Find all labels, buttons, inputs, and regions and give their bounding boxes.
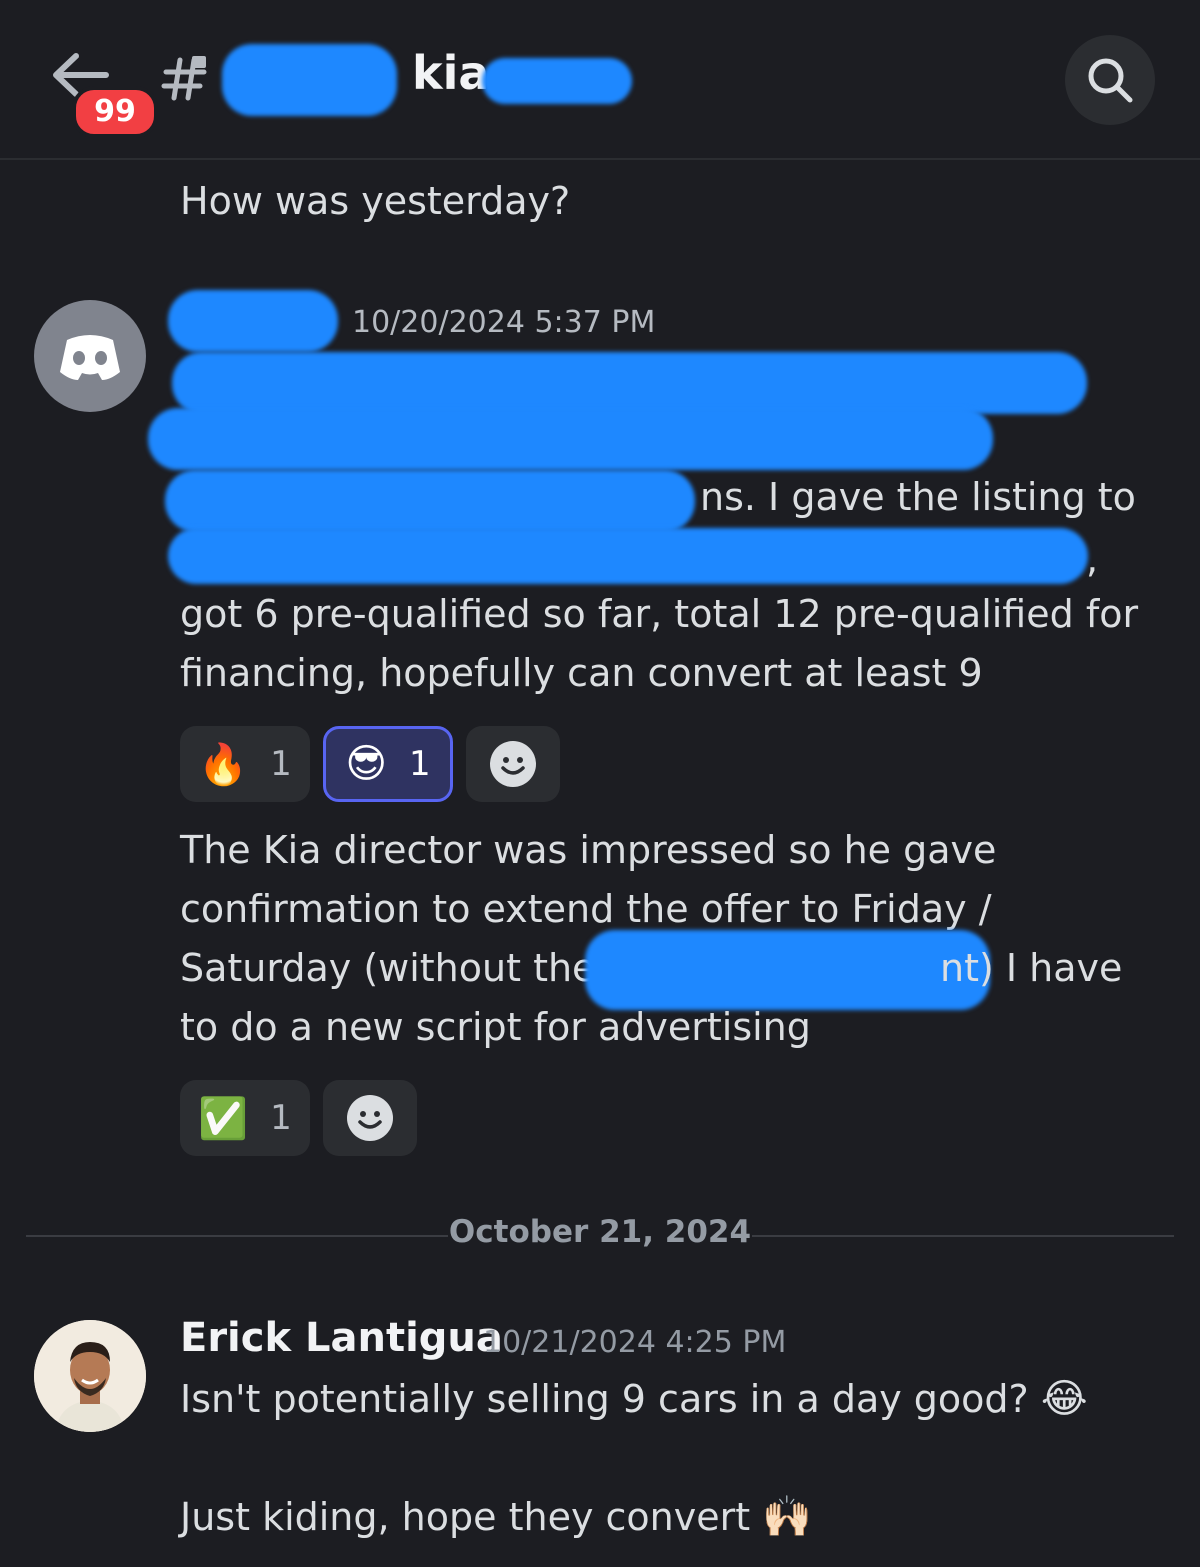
redaction-mark xyxy=(172,352,1087,414)
reaction-fire[interactable]: 🔥 1 xyxy=(180,726,310,802)
message-timestamp: 10/21/2024 4:25 PM xyxy=(483,1325,787,1360)
add-reaction-button[interactable] xyxy=(323,1080,417,1156)
message-text: Saturday (without the xyxy=(180,946,596,990)
reaction-count: 1 xyxy=(270,744,292,784)
add-reaction-button[interactable] xyxy=(466,726,560,802)
add-reaction-icon xyxy=(490,741,536,787)
message-text: got 6 pre-qualified so far, total 12 pre… xyxy=(180,592,1139,636)
avatar[interactable] xyxy=(34,1320,146,1432)
message-text: ns. I gave the listing to xyxy=(700,475,1136,519)
message-text: , xyxy=(1086,537,1099,581)
search-button[interactable] xyxy=(1065,35,1155,125)
add-reaction-icon xyxy=(347,1095,393,1141)
message-text: Just kiding, hope they convert 🙌🏻 xyxy=(180,1488,812,1547)
discord-logo-icon xyxy=(60,335,120,380)
reaction-count: 1 xyxy=(409,744,431,784)
date-divider: October 21, 2024 xyxy=(448,1214,752,1250)
message-author[interactable]: Erick Lantigua xyxy=(180,1315,503,1361)
message-text: financing, hopefully can convert at leas… xyxy=(180,651,983,695)
joy-emoji: 😂 xyxy=(1040,1376,1088,1422)
check-emoji: ✅ xyxy=(198,1095,249,1142)
message-timestamp: 10/20/2024 5:37 PM xyxy=(352,305,656,340)
unread-badge: 99 xyxy=(72,86,158,138)
message-text: to do a new script for advertising xyxy=(180,1005,811,1049)
redaction-mark xyxy=(168,290,338,352)
message-text: How was yesterday? xyxy=(180,179,571,223)
message-text-content: Isn't potentially selling 9 cars in a da… xyxy=(180,1377,1029,1421)
reaction-check[interactable]: ✅ 1 xyxy=(180,1080,310,1156)
avatar[interactable] xyxy=(34,300,146,412)
redaction-mark xyxy=(222,44,397,116)
search-icon xyxy=(1088,58,1133,103)
message-text: nt) I have xyxy=(940,946,1123,990)
message-text-content: Just kiding, hope they convert xyxy=(180,1495,751,1539)
fire-emoji: 🔥 xyxy=(198,741,249,788)
raised-hands-emoji: 🙌🏻 xyxy=(762,1494,813,1540)
message-text: The Kia director was impressed so he gav… xyxy=(180,828,997,872)
redaction-mark xyxy=(482,58,632,104)
reaction-sunglasses[interactable]: 😎 1 xyxy=(323,726,453,802)
redaction-mark xyxy=(148,408,993,470)
channel-header: 99 kia- xyxy=(0,0,1200,160)
user-avatar-photo xyxy=(34,1320,146,1432)
locked-hash-icon xyxy=(161,56,207,101)
sunglasses-emoji: 😎 xyxy=(345,741,388,787)
reaction-count: 1 xyxy=(270,1098,292,1138)
redaction-mark xyxy=(168,528,1088,584)
message-text: Isn't potentially selling 9 cars in a da… xyxy=(180,1370,1088,1429)
redaction-mark xyxy=(165,470,695,532)
